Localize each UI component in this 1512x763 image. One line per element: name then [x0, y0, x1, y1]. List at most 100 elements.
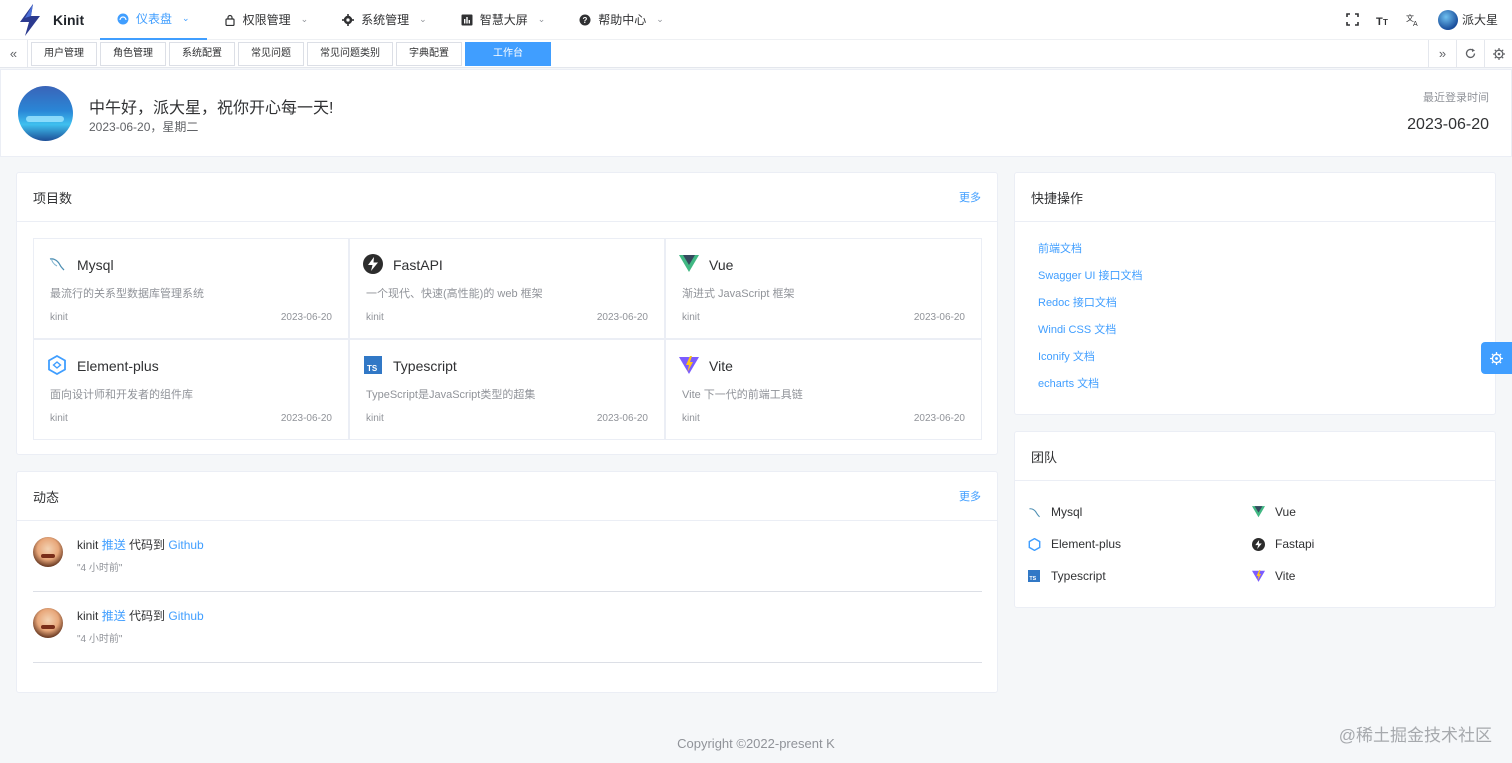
tag-faq[interactable]: 常见问题	[238, 41, 304, 66]
tag-workbench[interactable]: 工作台	[465, 41, 551, 66]
svg-text:TS: TS	[367, 364, 378, 373]
project-desc: TypeScript是JavaScript类型的超集	[366, 389, 536, 401]
activity-text: kinit 推送 代码到 Github	[77, 536, 204, 553]
gear-icon	[1490, 351, 1503, 365]
quick-link-redoc[interactable]: Redoc 接口文档	[1038, 294, 1143, 321]
menu-item-system[interactable]: 系统管理 ⌄	[325, 0, 444, 40]
quick-link-echarts[interactable]: echarts 文档	[1038, 375, 1143, 402]
team-card: 团队 Mysql Vue Element-plus Fastapi TS Typ…	[1014, 431, 1496, 608]
more-link[interactable]: 更多	[959, 488, 981, 504]
project-date: 2023-06-20	[280, 413, 332, 424]
project-user: kinit	[366, 413, 384, 424]
refresh-icon[interactable]	[1456, 39, 1484, 68]
project-user: kinit	[682, 312, 700, 323]
project-grid: Mysql 最流行的关系型数据库管理系统 kinit 2023-06-20 Fa…	[33, 238, 982, 440]
chevron-down-icon: ⌄	[300, 14, 309, 24]
project-name: Vue	[709, 257, 734, 273]
translate-icon[interactable]: 文A	[1398, 0, 1428, 40]
activity-target-link[interactable]: Github	[168, 538, 203, 552]
typescript-icon: TS	[363, 355, 383, 375]
project-name: FastAPI	[393, 257, 443, 273]
fullscreen-icon[interactable]	[1338, 0, 1368, 40]
menu-item-bigscreen[interactable]: 智慧大屏 ⌄	[444, 0, 563, 40]
project-desc: 一个现代、快速(高性能)的 web 框架	[366, 288, 543, 300]
project-card[interactable]: Vue 渐进式 JavaScript 框架 kinit 2023-06-20	[665, 238, 982, 339]
project-card[interactable]: FastAPI 一个现代、快速(高性能)的 web 框架 kinit 2023-…	[349, 238, 665, 339]
quick-link-iconify[interactable]: Iconify 文档	[1038, 348, 1143, 375]
activity-time: "4 小时前"	[77, 563, 123, 574]
tag-dict-config[interactable]: 字典配置	[396, 41, 462, 66]
vite-icon	[679, 355, 699, 375]
top-menu: 仪表盘 ⌄ 权限管理 ⌄ 系统管理 ⌄ 智慧大屏 ⌄ ? 帮助中心 ⌄	[100, 0, 681, 40]
team-item[interactable]: Element-plus	[1027, 528, 1251, 560]
app-logo[interactable]: Kinit	[0, 0, 100, 40]
avatar	[1437, 9, 1458, 30]
scroll-left-icon[interactable]: «	[0, 39, 28, 68]
card-header: 动态 更多	[17, 472, 997, 521]
tag-user-management[interactable]: 用户管理	[31, 41, 97, 66]
activity-mid: 代码到	[125, 609, 169, 623]
team-item[interactable]: Vite	[1251, 560, 1475, 592]
lightning-logo-icon	[20, 3, 40, 36]
project-card[interactable]: Element-plus 面向设计师和开发者的组件库 kinit 2023-06…	[33, 339, 349, 440]
font-size-icon[interactable]: TT	[1368, 0, 1398, 40]
fastapi-icon	[1251, 537, 1265, 551]
project-card[interactable]: Mysql 最流行的关系型数据库管理系统 kinit 2023-06-20	[33, 238, 349, 339]
menu-item-dashboard[interactable]: 仪表盘 ⌄	[100, 0, 207, 40]
team-item[interactable]: TS Typescript	[1027, 560, 1251, 592]
team-list: Mysql Vue Element-plus Fastapi TS Typesc…	[1027, 496, 1487, 592]
current-date: 2023-06-20，星期二	[89, 120, 199, 134]
tag-role-management[interactable]: 角色管理	[100, 41, 166, 66]
more-link[interactable]: 更多	[959, 189, 981, 205]
menu-item-permission[interactable]: 权限管理 ⌄	[207, 0, 326, 40]
chevron-down-icon: ⌄	[537, 14, 546, 24]
project-card[interactable]: TS Typescript TypeScript是JavaScript类型的超集…	[349, 339, 665, 440]
project-user: kinit	[366, 312, 384, 323]
scroll-right-icon[interactable]: »	[1428, 39, 1456, 68]
welcome-panel: 中午好，派大星，祝你开心每一天! 2023-06-20，星期二 最近登录时间 2…	[0, 69, 1512, 157]
quick-link-swagger[interactable]: Swagger UI 接口文档	[1038, 267, 1143, 294]
card-header: 快捷操作	[1015, 173, 1495, 222]
project-desc: 最流行的关系型数据库管理系统	[50, 288, 204, 300]
vue-icon	[1251, 505, 1265, 519]
project-user: kinit	[50, 413, 68, 424]
card-title: 项目数	[33, 190, 73, 206]
activity-action-link[interactable]: 推送	[102, 538, 126, 552]
activity-action-link[interactable]: 推送	[102, 609, 126, 623]
menu-label: 系统管理	[361, 13, 410, 27]
team-item[interactable]: Mysql	[1027, 496, 1251, 528]
activity-target-link[interactable]: Github	[168, 609, 203, 623]
avatar	[33, 537, 63, 567]
header-actions: TT 文A 派大星	[1338, 0, 1512, 40]
last-login-label: 最近登录时间	[1423, 92, 1489, 104]
user-menu[interactable]: 派大星	[1437, 9, 1498, 30]
quick-actions-card: 快捷操作 前端文档 Swagger UI 接口文档 Redoc 接口文档 Win…	[1014, 172, 1496, 415]
tag-system-config[interactable]: 系统配置	[169, 41, 235, 66]
chevron-down-icon: ⌄	[419, 14, 427, 24]
quick-link-windicss[interactable]: Windi CSS 文档	[1038, 321, 1143, 348]
element-plus-icon	[47, 355, 67, 375]
card-title: 动态	[33, 489, 60, 505]
mysql-icon	[47, 254, 67, 274]
watermark: @稀土掘金技术社区	[1338, 726, 1492, 745]
tag-faq-category[interactable]: 常见问题类别	[307, 41, 393, 66]
team-item-name: Element-plus	[1051, 537, 1122, 551]
team-item[interactable]: Vue	[1251, 496, 1475, 528]
card-title: 快捷操作	[1031, 190, 1084, 206]
project-desc: 渐进式 JavaScript 框架	[682, 288, 795, 300]
bar-chart-icon	[461, 14, 473, 26]
project-name: Typescript	[393, 358, 457, 374]
svg-text:T: T	[1376, 16, 1383, 26]
project-name: Element-plus	[77, 358, 159, 374]
team-item[interactable]: Fastapi	[1251, 528, 1475, 560]
activity-user: kinit	[77, 609, 99, 623]
quick-link-frontend-docs[interactable]: 前端文档	[1038, 240, 1143, 267]
project-date: 2023-06-20	[596, 312, 648, 323]
menu-item-help[interactable]: ? 帮助中心 ⌄	[562, 0, 681, 40]
tag-settings-icon[interactable]	[1484, 39, 1512, 68]
quick-link-list: 前端文档 Swagger UI 接口文档 Redoc 接口文档 Windi CS…	[1038, 240, 1143, 402]
settings-drawer-button[interactable]	[1481, 342, 1512, 374]
svg-text:TS: TS	[1029, 576, 1036, 582]
activity-text: kinit 推送 代码到 Github	[77, 607, 204, 624]
project-card[interactable]: Vite Vite 下一代的前端工具链 kinit 2023-06-20	[665, 339, 982, 440]
